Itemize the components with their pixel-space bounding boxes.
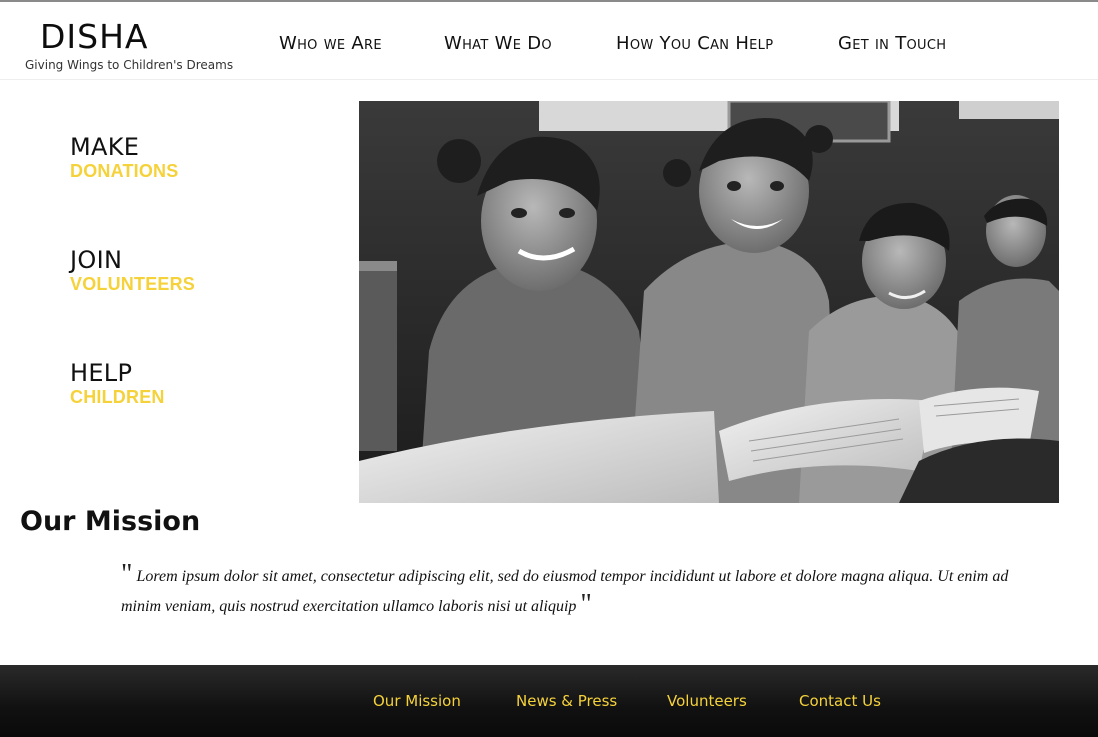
footer-link-volunteers[interactable]: Volunteers bbox=[667, 692, 747, 710]
hero-photo bbox=[359, 101, 1059, 503]
footer-link-news-press[interactable]: News & Press bbox=[516, 692, 617, 710]
close-quote-mark: " bbox=[580, 589, 592, 620]
site-tagline: Giving Wings to Children's Dreams bbox=[25, 58, 234, 72]
cta-help-children[interactable]: HELP CHILDREN bbox=[70, 360, 310, 407]
cta-join-volunteers[interactable]: JOIN VOLUNTEERS bbox=[70, 247, 310, 294]
hero-photo-illustration bbox=[359, 101, 1059, 503]
mission-quote: " Lorem ipsum dolor sit amet, consectetu… bbox=[121, 559, 1051, 622]
nav-who-we-are[interactable]: Who we Are bbox=[279, 33, 382, 55]
nav-get-in-touch[interactable]: Get in Touch bbox=[838, 33, 946, 55]
cta-sub-label: VOLUNTEERS bbox=[70, 274, 196, 294]
open-quote-mark: " bbox=[121, 559, 133, 590]
footer-link-our-mission[interactable]: Our Mission bbox=[373, 692, 461, 710]
nav-what-we-do[interactable]: What We Do bbox=[444, 33, 552, 55]
site-footer: Our Mission News & Press Volunteers Cont… bbox=[0, 665, 1098, 737]
cta-main-label: HELP bbox=[70, 359, 133, 387]
cta-make-donations[interactable]: MAKE DONATIONS bbox=[70, 134, 310, 181]
cta-sub-label: DONATIONS bbox=[70, 161, 179, 181]
cta-main-label: JOIN bbox=[70, 246, 123, 274]
footer-link-contact-us[interactable]: Contact Us bbox=[799, 692, 881, 710]
mission-heading: Our Mission bbox=[20, 506, 201, 537]
site-header: DISHA Giving Wings to Children's Dreams … bbox=[0, 2, 1098, 80]
mission-text: Lorem ipsum dolor sit amet, consectetur … bbox=[121, 568, 1009, 615]
site-logo-title[interactable]: DISHA bbox=[40, 18, 148, 56]
nav-how-you-can-help[interactable]: How You Can Help bbox=[616, 33, 773, 55]
cta-sub-label: CHILDREN bbox=[70, 387, 165, 407]
cta-main-label: MAKE bbox=[70, 133, 140, 161]
